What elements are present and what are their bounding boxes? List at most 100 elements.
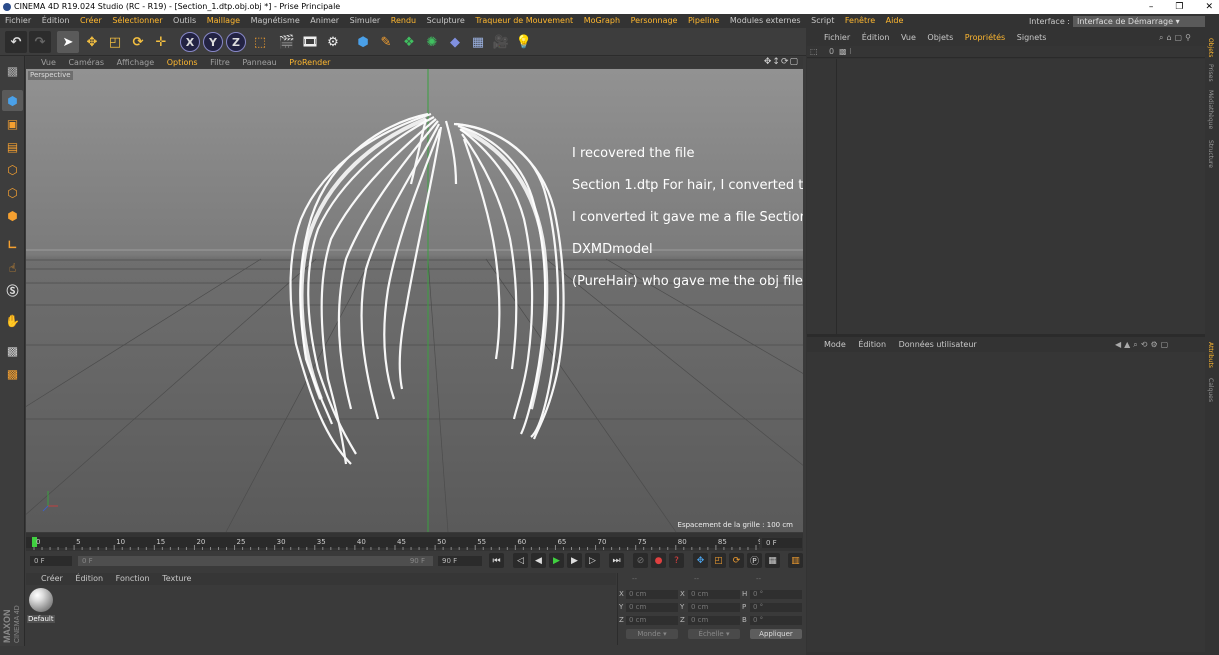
vp-menu-vue[interactable]: Vue bbox=[41, 58, 56, 67]
render-settings-icon[interactable]: ⚙ bbox=[322, 31, 344, 53]
subdivision-icon[interactable]: ❖ bbox=[398, 31, 420, 53]
menu-mograph[interactable]: MoGraph bbox=[584, 16, 620, 25]
minimize-button[interactable]: – bbox=[1149, 2, 1154, 12]
coordinate-system-icon[interactable]: ⬚ bbox=[249, 31, 271, 53]
filter-icon[interactable]: ▩ ⁝ bbox=[839, 47, 852, 56]
vp-menu-affichage[interactable]: Affichage bbox=[117, 58, 155, 67]
object-list[interactable] bbox=[807, 59, 1205, 334]
vp-menu-panneau[interactable]: Panneau bbox=[242, 58, 276, 67]
side-tab-prises[interactable]: Prises bbox=[1207, 64, 1214, 82]
vp-menu-filtre[interactable]: Filtre bbox=[210, 58, 230, 67]
tweak-mode-icon[interactable]: ☝ bbox=[2, 257, 23, 278]
menu-animer[interactable]: Animer bbox=[310, 16, 339, 25]
default-material-preview[interactable] bbox=[29, 588, 53, 612]
objects-search-icons[interactable]: ⌕⌂▢⚲ bbox=[1159, 32, 1194, 44]
make-editable-icon[interactable]: ▩ bbox=[2, 60, 23, 81]
key-pla-icon[interactable]: ▦ bbox=[765, 553, 780, 568]
current-frame-field[interactable]: 0 F bbox=[762, 538, 802, 548]
attr-menu-donnees[interactable]: Données utilisateur bbox=[899, 340, 977, 349]
menu-edition[interactable]: Édition bbox=[42, 16, 70, 25]
x-axis-icon[interactable]: X bbox=[180, 32, 200, 52]
obj-menu-vue[interactable]: Vue bbox=[901, 33, 916, 42]
redo-icon[interactable]: ↷ bbox=[29, 31, 51, 53]
z-axis-icon[interactable]: Z bbox=[226, 32, 246, 52]
obj-menu-signets[interactable]: Signets bbox=[1017, 33, 1047, 42]
record-icon[interactable]: ⊘ bbox=[633, 553, 648, 568]
menu-traqueur[interactable]: Traqueur de Mouvement bbox=[475, 16, 573, 25]
obj-menu-fichier[interactable]: Fichier bbox=[824, 33, 850, 42]
timeline-ticks[interactable]: 0 5 10 15 20 25 30 35 40 45 50 55 60 65 70 75 80 85 90 bbox=[30, 536, 760, 550]
model-mode-icon[interactable]: ⬢ bbox=[2, 90, 23, 111]
array-icon[interactable]: ✺ bbox=[421, 31, 443, 53]
mat-menu-creer[interactable]: Créer bbox=[41, 574, 63, 583]
vp-menu-cameras[interactable]: Caméras bbox=[68, 58, 104, 67]
side-tab-attributs[interactable]: Attributs bbox=[1207, 342, 1214, 368]
maximize-button[interactable]: ❐ bbox=[1175, 2, 1183, 12]
end-frame-field[interactable]: 90 F bbox=[438, 556, 482, 566]
key-rotation-icon[interactable]: ⟳ bbox=[729, 553, 744, 568]
axis-mode-icon[interactable]: ∟ bbox=[2, 234, 23, 255]
undo-icon[interactable]: ↶ bbox=[5, 31, 27, 53]
camera-icon[interactable]: 🎥 bbox=[490, 31, 512, 53]
close-button[interactable]: ✕ bbox=[1205, 2, 1213, 12]
mat-menu-fonction[interactable]: Fonction bbox=[116, 574, 150, 583]
menu-maillage[interactable]: Maillage bbox=[207, 16, 240, 25]
side-tab-structure[interactable]: Structure bbox=[1207, 140, 1214, 168]
light-icon[interactable]: 💡 bbox=[513, 31, 535, 53]
menu-personnage[interactable]: Personnage bbox=[631, 16, 678, 25]
keyframe-selection-icon[interactable]: ? bbox=[669, 553, 684, 568]
menu-aide[interactable]: Aide bbox=[886, 16, 904, 25]
attr-menu-mode[interactable]: Mode bbox=[824, 340, 846, 349]
coord-mode-dropdown[interactable]: Monde ▾ bbox=[626, 629, 678, 639]
rotate-icon[interactable]: ⟳ bbox=[127, 31, 149, 53]
rotation-b-field[interactable]: 0 ° bbox=[750, 616, 802, 625]
menu-selectionner[interactable]: Sélectionner bbox=[112, 16, 162, 25]
pen-icon[interactable]: ✎ bbox=[375, 31, 397, 53]
size-z-field[interactable]: 0 cm bbox=[688, 616, 740, 625]
viewport-nav-icons[interactable]: ✥↕⟳▢ bbox=[764, 57, 799, 68]
default-material-label[interactable]: Default bbox=[27, 615, 55, 623]
menu-modules-externes[interactable]: Modules externes bbox=[730, 16, 801, 25]
floor-icon[interactable]: ▦ bbox=[467, 31, 489, 53]
menu-script[interactable]: Script bbox=[811, 16, 834, 25]
vp-menu-options[interactable]: Options bbox=[167, 58, 198, 67]
obj-menu-proprietes[interactable]: Propriétés bbox=[965, 33, 1005, 42]
attributes-nav-icons[interactable]: ◀▲⌕⟲⚙▢ bbox=[1115, 339, 1171, 351]
viewport[interactable]: Perspective I recovered the file Section… bbox=[26, 69, 803, 532]
prev-key-icon[interactable]: ◁ bbox=[513, 553, 528, 568]
menu-magnetisme[interactable]: Magnétisme bbox=[251, 16, 300, 25]
render-view-icon[interactable]: 🎬 bbox=[276, 31, 298, 53]
size-y-field[interactable]: 0 cm bbox=[688, 603, 740, 612]
prev-frame-icon[interactable]: ◀ bbox=[531, 553, 546, 568]
key-position-icon[interactable]: ✥ bbox=[693, 553, 708, 568]
move-icon[interactable]: ✥ bbox=[81, 31, 103, 53]
position-y-field[interactable]: 0 cm bbox=[626, 603, 678, 612]
next-frame-icon[interactable]: ▶ bbox=[567, 553, 582, 568]
edges-mode-icon[interactable]: ⬡ bbox=[2, 182, 23, 203]
position-z-field[interactable]: 0 cm bbox=[626, 616, 678, 625]
vp-menu-prorender[interactable]: ProRender bbox=[289, 58, 330, 67]
sculpt-icon[interactable]: ✋ bbox=[2, 310, 23, 331]
rotation-h-field[interactable]: 0 ° bbox=[750, 590, 802, 599]
key-parameter-icon[interactable]: Ⓟ bbox=[747, 553, 762, 568]
menu-fenetre[interactable]: Fenêtre bbox=[845, 16, 875, 25]
apply-button[interactable]: Appliquer bbox=[750, 629, 802, 639]
planar-workplane-icon[interactable]: ▩ bbox=[2, 363, 23, 384]
mat-menu-edition[interactable]: Édition bbox=[75, 574, 103, 583]
menu-rendu[interactable]: Rendu bbox=[391, 16, 416, 25]
texture-mode-icon[interactable]: ▣ bbox=[2, 113, 23, 134]
menu-sculpture[interactable]: Sculpture bbox=[427, 16, 465, 25]
lock-workplane-icon[interactable]: ▩ bbox=[2, 340, 23, 361]
render-picture-viewer-icon[interactable]: 🎞 bbox=[299, 31, 321, 53]
workplane-icon[interactable]: ▤ bbox=[2, 136, 23, 157]
next-key-icon[interactable]: ▷ bbox=[585, 553, 600, 568]
menu-creer[interactable]: Créer bbox=[80, 16, 102, 25]
points-mode-icon[interactable]: ⬡ bbox=[2, 159, 23, 180]
play-icon[interactable]: ▶ bbox=[549, 553, 564, 568]
autokey-icon[interactable]: ● bbox=[651, 553, 666, 568]
obj-menu-edition[interactable]: Édition bbox=[862, 33, 890, 42]
side-tab-objets[interactable]: Objets bbox=[1207, 38, 1214, 57]
timeline-icon[interactable]: ▥ bbox=[788, 553, 803, 568]
size-x-field[interactable]: 0 cm bbox=[688, 590, 740, 599]
size-mode-dropdown[interactable]: Échelle ▾ bbox=[688, 629, 740, 639]
